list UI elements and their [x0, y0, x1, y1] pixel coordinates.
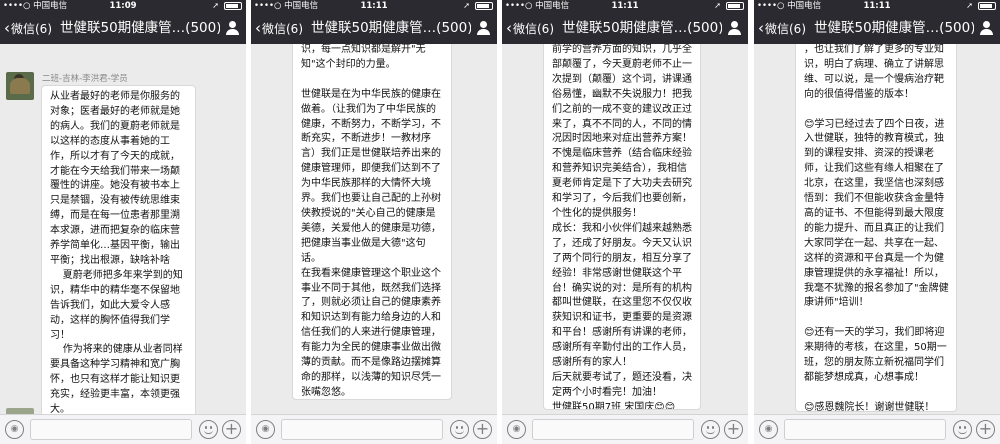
- battery-icon: [224, 2, 242, 10]
- back-label: 微信(6): [11, 22, 52, 36]
- status-bar: ••••○ 中国电信 11:11 ➚: [754, 0, 1000, 12]
- sender-name: 二班-吉林-李洪君-学员: [42, 74, 128, 84]
- phone-screen-2: ••••○ 中国电信 11:11 ➚ ‹微信(6) 世健联50期健康管…(500…: [251, 0, 497, 444]
- chat-title: 世健联50期健康管…(500): [311, 20, 471, 36]
- emoji-icon[interactable]: [953, 420, 972, 439]
- nav-bar: ‹微信(6) 世健联50期健康管…(500): [754, 12, 1000, 44]
- screenshot-strip: ••••○ 中国电信 11:09 ➚ ‹微信(6) 世健联50期健康管…(500…: [0, 0, 1000, 444]
- voice-icon[interactable]: ◉: [5, 420, 24, 439]
- chat-title: 世健联50期健康管…(500): [60, 20, 220, 36]
- emoji-icon[interactable]: [701, 420, 720, 439]
- clock: 11:09: [109, 1, 137, 11]
- group-members-icon[interactable]: [477, 21, 491, 35]
- plus-icon[interactable]: +: [473, 420, 492, 439]
- voice-icon[interactable]: ◉: [507, 420, 526, 439]
- input-bar: ◉ +: [251, 414, 497, 444]
- plus-icon[interactable]: +: [222, 420, 241, 439]
- back-label: 微信(6): [765, 22, 806, 36]
- message-input[interactable]: [30, 419, 192, 440]
- location-icon: ➚: [714, 1, 721, 10]
- chat-title: 世健联50期健康管…(500): [562, 20, 722, 36]
- emoji-icon[interactable]: [199, 420, 218, 439]
- group-members-icon[interactable]: [980, 21, 994, 35]
- emoji-icon[interactable]: [450, 420, 469, 439]
- voice-icon[interactable]: ◉: [759, 420, 778, 439]
- chevron-left-icon: ‹: [4, 19, 10, 37]
- chevron-left-icon: ‹: [506, 19, 512, 37]
- chevron-left-icon: ‹: [255, 19, 261, 37]
- back-button[interactable]: ‹微信(6): [255, 12, 303, 44]
- location-icon: ➚: [212, 1, 219, 10]
- phone-screen-3: ••••○ 中国电信 11:11 ➚ ‹微信(6) 世健联50期健康管…(500…: [502, 0, 748, 444]
- back-button[interactable]: ‹微信(6): [758, 12, 806, 44]
- chat-area[interactable]: 识，每一点知识都是解开"无知"这个封印的力量。 世健联是在为中华民族的健康在做着…: [251, 44, 497, 414]
- message-bubble[interactable]: ，也让我们了解了更多的专业知识，明白了病理、确立了讲解思维、可以说，是一个慢病治…: [795, 44, 957, 412]
- input-bar: ◉ +: [0, 414, 246, 444]
- nav-bar: ‹微信(6) 世健联50期健康管…(500): [0, 12, 246, 44]
- back-label: 微信(6): [262, 22, 303, 36]
- message-input[interactable]: [532, 419, 694, 440]
- chat-area[interactable]: ，也让我们了解了更多的专业知识，明白了病理、确立了讲解思维、可以说，是一个慢病治…: [754, 44, 1000, 414]
- message-bubble[interactable]: 前学的营养方面的知识，几乎全部颠覆了，今天夏蔚老师不止一次提到（颠覆）这个词，讲…: [543, 44, 701, 410]
- plus-icon[interactable]: +: [976, 420, 995, 439]
- message-input[interactable]: [784, 419, 946, 440]
- input-bar: ◉ +: [754, 414, 1000, 444]
- message-bubble[interactable]: 从业者最好的老师是你服务的对象；医者最好的老师就是她的病人。我们的夏蔚老师就是以…: [41, 85, 196, 414]
- clock: 11:11: [863, 1, 891, 11]
- chat-area[interactable]: 二班-吉林-李洪君-学员 从业者最好的老师是你服务的对象；医者最好的老师就是她的…: [0, 44, 246, 414]
- back-label: 微信(6): [513, 22, 554, 36]
- location-icon: ➚: [463, 1, 470, 10]
- battery-icon: [726, 2, 744, 10]
- status-bar: ••••○ 中国电信 11:11 ➚: [251, 0, 497, 12]
- nav-bar: ‹微信(6) 世健联50期健康管…(500): [251, 12, 497, 44]
- clock: 11:11: [360, 1, 388, 11]
- group-members-icon[interactable]: [728, 21, 742, 35]
- avatar[interactable]: [6, 72, 34, 100]
- clock: 11:11: [611, 1, 639, 11]
- location-icon: ➚: [966, 1, 973, 10]
- message-input[interactable]: [281, 419, 443, 440]
- input-bar: ◉ +: [502, 414, 748, 444]
- group-members-icon[interactable]: [226, 21, 240, 35]
- message-bubble[interactable]: 识，每一点知识都是解开"无知"这个封印的力量。 世健联是在为中华民族的健康在做着…: [292, 44, 452, 400]
- chat-title: 世健联50期健康管…(500): [814, 20, 974, 36]
- voice-icon[interactable]: ◉: [256, 420, 275, 439]
- chat-area[interactable]: 前学的营养方面的知识，几乎全部颠覆了，今天夏蔚老师不止一次提到（颠覆）这个词，讲…: [502, 44, 748, 414]
- battery-icon: [978, 2, 996, 10]
- back-button[interactable]: ‹微信(6): [506, 12, 554, 44]
- chevron-left-icon: ‹: [758, 19, 764, 37]
- battery-icon: [475, 2, 493, 10]
- nav-bar: ‹微信(6) 世健联50期健康管…(500): [502, 12, 748, 44]
- phone-screen-4: ••••○ 中国电信 11:11 ➚ ‹微信(6) 世健联50期健康管…(500…: [754, 0, 1000, 444]
- status-bar: ••••○ 中国电信 11:11 ➚: [502, 0, 748, 12]
- status-bar: ••••○ 中国电信 11:09 ➚: [0, 0, 246, 12]
- plus-icon[interactable]: +: [724, 420, 743, 439]
- back-button[interactable]: ‹微信(6): [4, 12, 52, 44]
- phone-screen-1: ••••○ 中国电信 11:09 ➚ ‹微信(6) 世健联50期健康管…(500…: [0, 0, 246, 444]
